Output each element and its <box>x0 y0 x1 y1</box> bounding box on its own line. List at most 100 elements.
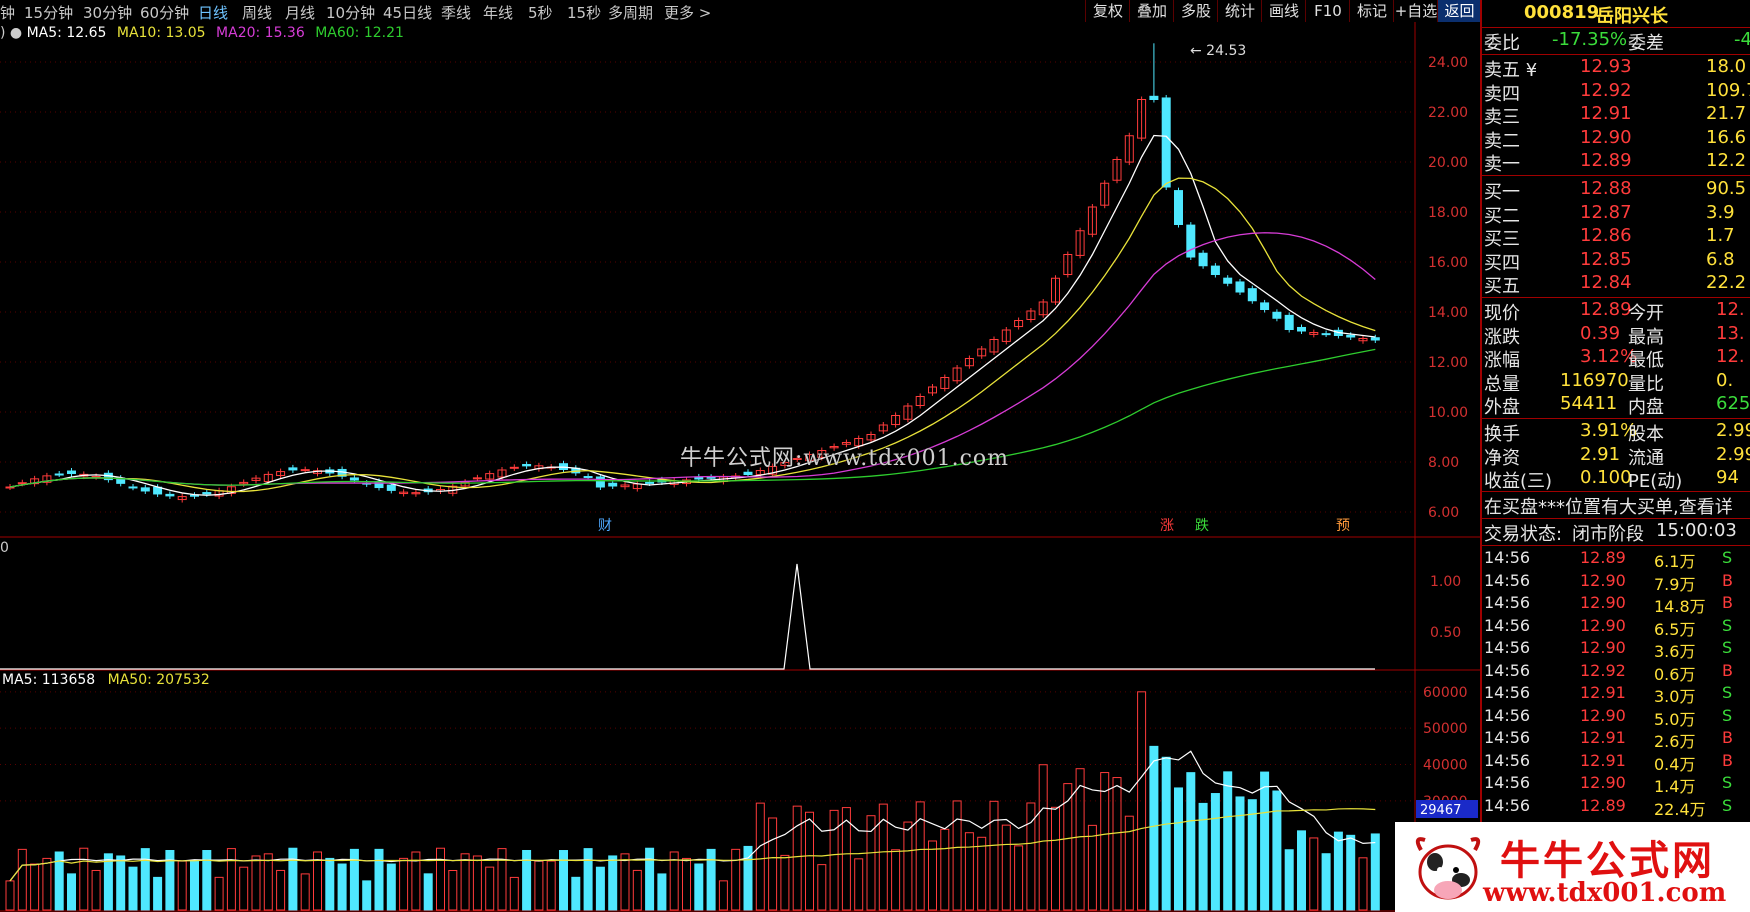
panel-divider <box>1482 297 1750 298</box>
toolbar-button-0[interactable]: 复权 <box>1085 0 1130 22</box>
stat-value: 0.39 <box>1580 322 1621 344</box>
volume-bar <box>5 880 15 911</box>
toolbar-button-5[interactable]: F10 <box>1305 0 1350 22</box>
volume-bar <box>399 857 409 911</box>
period-tab-14[interactable]: 更多 > <box>664 2 711 23</box>
period-tab-0[interactable]: 钟 <box>0 2 15 23</box>
candle <box>743 471 753 476</box>
tick-time: 14:56 <box>1484 728 1531 747</box>
period-tab-10[interactable]: 年线 <box>483 2 513 23</box>
period-tab-13[interactable]: 多周期 <box>608 2 653 23</box>
volume-bar <box>632 869 642 911</box>
tick-side: S <box>1722 683 1733 702</box>
volume-bar <box>706 848 716 911</box>
ask-price: 12.90 <box>1580 126 1632 148</box>
volume-bar <box>928 840 937 911</box>
bid-volume: 90.5 <box>1706 178 1747 199</box>
toolbar-button-4[interactable]: 画线 <box>1261 0 1306 22</box>
volume-bar <box>768 817 778 911</box>
candle <box>1284 314 1294 330</box>
toolbar-button-1[interactable]: 叠加 <box>1129 0 1174 22</box>
period-tab-6[interactable]: 月线 <box>285 2 315 23</box>
candle <box>300 469 310 472</box>
big-order-notice: 在买盘***位置有大买单,查看详 <box>1484 497 1733 518</box>
toolbar-button-3[interactable]: 统计 <box>1217 0 1262 22</box>
volume-bar <box>534 860 544 911</box>
vol-ma5-legend: MA5: 113658 <box>2 672 96 688</box>
cow-mascot-icon <box>1415 837 1481 900</box>
volume-bar <box>780 854 790 911</box>
period-tab-9[interactable]: 季线 <box>441 2 471 23</box>
tick-row-11: 14:56 12.89 22.4万 S <box>1484 796 1750 820</box>
candle <box>1370 337 1380 341</box>
candle <box>17 482 27 485</box>
period-tab-8[interactable]: 45日线 <box>383 2 432 23</box>
stat-label-2: 最高 <box>1628 326 1664 348</box>
period-tab-5[interactable]: 周线 <box>242 2 272 23</box>
tick-row-9: 14:56 12.91 0.4万 B <box>1484 751 1750 775</box>
ask-label: 卖一 <box>1484 154 1520 175</box>
period-tab-7[interactable]: 10分钟 <box>326 2 375 23</box>
tick-volume: 7.9万 <box>1654 574 1696 594</box>
volume-tick: 60000 <box>1423 685 1468 701</box>
volume-bar <box>1272 790 1282 911</box>
settings-icon[interactable]: ) ● <box>0 25 22 41</box>
volume-bar <box>1186 772 1196 911</box>
stat-label: 涨幅 <box>1484 350 1520 371</box>
ma5-legend: MA5: 12.65 <box>26 25 107 41</box>
price-tick: 8.00 <box>1428 455 1459 471</box>
volume-bar <box>1321 853 1331 911</box>
period-tab-2[interactable]: 30分钟 <box>83 2 132 23</box>
period-tab-4[interactable]: 日线 <box>198 2 228 23</box>
stat2-label: 换手 <box>1484 424 1520 445</box>
ask-label: 卖三 <box>1484 107 1520 128</box>
toolbar-button-2[interactable]: 多股 <box>1173 0 1218 22</box>
toolbar-button-6[interactable]: 标记 <box>1349 0 1394 22</box>
tick-volume: 3.0万 <box>1654 687 1696 706</box>
stat2-label-2: PE(动) <box>1628 471 1683 492</box>
toolbar-button-8[interactable]: 返回 <box>1437 0 1481 22</box>
bid-row-1: 买二 12.87 3.9 <box>1484 202 1750 227</box>
tick-side: B <box>1722 570 1733 590</box>
period-tab-3[interactable]: 60分钟 <box>140 2 189 23</box>
tick-time: 14:56 <box>1484 570 1531 590</box>
volume-bar <box>866 815 876 911</box>
weibi-label: 委比 <box>1484 33 1520 54</box>
event-marker-3: 预 <box>1336 518 1350 534</box>
volume-bar <box>103 853 113 911</box>
stat-label-2: 最低 <box>1628 350 1664 371</box>
tick-side: B <box>1722 660 1733 680</box>
panel-divider <box>1482 175 1750 176</box>
weicha-label: 委差 <box>1628 33 1664 54</box>
volume-bar <box>497 848 507 911</box>
bid-volume: 22.2 <box>1706 272 1747 293</box>
tick-row-0: 14:56 12.89 6.1万 S <box>1484 548 1750 572</box>
volume-bar <box>805 811 814 911</box>
period-tab-11[interactable]: 5秒 <box>528 2 553 23</box>
volume-bar <box>817 864 827 911</box>
candle <box>1198 252 1208 267</box>
candle <box>349 477 359 481</box>
volume-cursor-value: 29467 <box>1420 803 1461 818</box>
volume-bar <box>546 860 556 911</box>
bid-label: 买二 <box>1484 205 1520 227</box>
volume-bar <box>755 802 765 911</box>
price-tick: 16.00 <box>1428 255 1468 271</box>
candle <box>128 486 138 489</box>
stat2-label-2: 流通 <box>1628 447 1664 469</box>
toolbar-button-7[interactable]: +自选 <box>1393 0 1438 22</box>
candle <box>1321 333 1331 336</box>
volume-bar <box>116 855 126 911</box>
volume-bar <box>472 855 482 911</box>
price-tick: 10.00 <box>1428 405 1468 421</box>
tick-time: 14:56 <box>1484 593 1531 612</box>
volume-tick: 40000 <box>1423 758 1468 774</box>
period-tab-12[interactable]: 15秒 <box>567 2 601 23</box>
tick-price: 12.91 <box>1580 750 1626 770</box>
volume-bar <box>263 853 273 911</box>
bid-volume: 6.8 <box>1706 248 1735 270</box>
weibi-row: 委比 -17.35% 委差 -4 <box>1484 29 1750 54</box>
tick-price: 12.89 <box>1580 795 1626 815</box>
period-tab-1[interactable]: 15分钟 <box>24 2 73 23</box>
ma10-legend: MA10: 13.05 <box>116 25 206 41</box>
